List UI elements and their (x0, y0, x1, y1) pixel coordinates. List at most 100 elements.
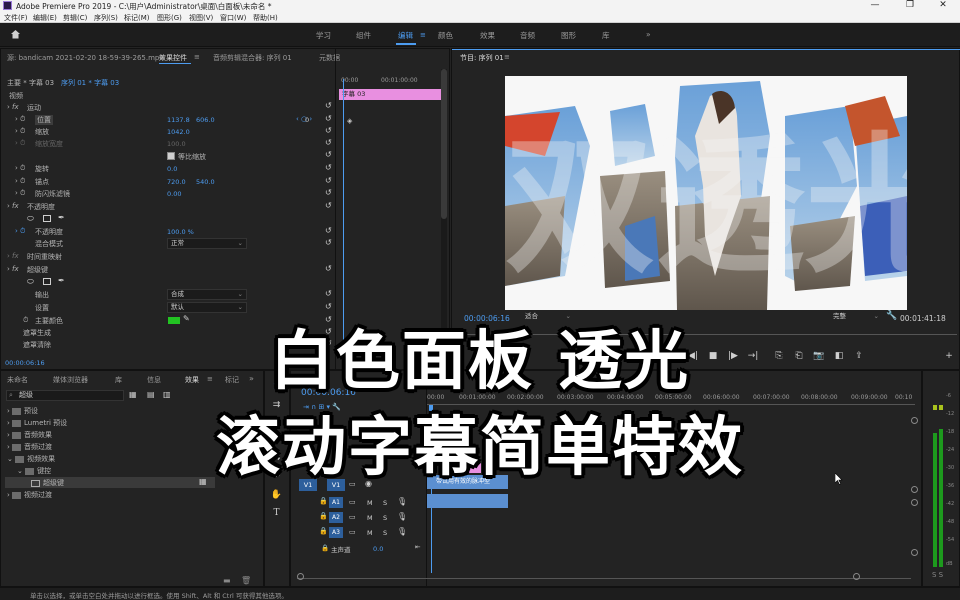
master-clip-label[interactable]: 主要 * 字幕 03 (7, 78, 54, 88)
uniform-scale-checkbox[interactable] (167, 152, 175, 160)
flicker-value[interactable]: 0.00 (167, 190, 181, 198)
flicker-label[interactable]: 防闪烁滤镜 (35, 189, 70, 199)
keyframe-diamond-icon[interactable]: ◈ (347, 117, 352, 125)
menu-edit[interactable]: 编辑(E) (33, 13, 57, 23)
menu-sequence[interactable]: 序列(S) (94, 13, 118, 23)
new-bin-icon[interactable]: ▬ (223, 576, 231, 585)
sequence-clip-label[interactable]: 序列 01 * 字幕 03 (61, 78, 119, 88)
mask-rect-icon[interactable] (43, 215, 51, 222)
position-y-value[interactable]: 606.0 (196, 116, 215, 124)
mask-pen-icon[interactable]: ✒ (58, 213, 65, 222)
tab-audio-mixer[interactable]: 音频剪辑混合器: 序列 01 (213, 53, 292, 63)
rotation-value[interactable]: 0.0 (167, 165, 177, 173)
microphone-icon[interactable]: 🎙 (397, 527, 407, 536)
home-icon[interactable] (10, 29, 21, 39)
ultra-key-label[interactable]: 超级键 (27, 265, 48, 275)
key-mask-pen-icon[interactable]: ✒ (58, 276, 65, 285)
mute-button[interactable]: M (367, 499, 373, 507)
workspace-editing[interactable]: 编辑 (398, 30, 413, 41)
maximize-button[interactable]: ❐ (895, 0, 925, 10)
type-tool-icon[interactable]: T (270, 507, 283, 520)
output-dropdown[interactable]: 合成 ⌄ (167, 289, 247, 300)
opacity-label[interactable]: 不透明度 (35, 227, 63, 237)
scale-value[interactable]: 1042.0 (167, 128, 190, 136)
key-mask-ellipse-icon[interactable]: ⬭ (27, 277, 34, 287)
workspace-assembly[interactable]: 组件 (356, 30, 371, 41)
reset-icon[interactable]: ↺ (325, 201, 332, 210)
close-button[interactable]: ✕ (928, 0, 958, 10)
anchor-stopwatch-icon[interactable]: › ⏱ (15, 177, 26, 186)
solo-meter-buttons[interactable]: S S (932, 571, 943, 579)
workspace-more-button[interactable]: » (646, 30, 651, 39)
tree-video-transitions[interactable]: › 视频过渡 (7, 490, 52, 500)
master-goto-icon[interactable]: ⇤ (415, 543, 420, 551)
tab-effect-controls[interactable]: 效果控件 (159, 53, 187, 63)
reset-icon[interactable]: ↺ (325, 226, 332, 235)
reset-icon[interactable]: ↺ (325, 138, 332, 147)
track-sync-icon[interactable]: ▭ (349, 528, 356, 536)
track-target-a3[interactable]: A3 (329, 527, 343, 538)
scale-label[interactable]: 缩放 (35, 127, 49, 137)
track-sync-icon[interactable]: ▭ (349, 513, 356, 521)
reset-icon[interactable]: ↺ (325, 163, 332, 172)
opacity-stopwatch-icon[interactable]: › ⏱ (15, 227, 26, 236)
track-target-a2[interactable]: A2 (329, 512, 343, 523)
anchor-y-value[interactable]: 540.0 (196, 178, 215, 186)
blend-mode-dropdown[interactable]: 正常 ⌄ (167, 238, 247, 249)
scrollbar-handle-right[interactable] (853, 573, 860, 580)
menu-marker[interactable]: 标记(M) (124, 13, 150, 23)
flicker-stopwatch-icon[interactable]: › ⏱ (15, 189, 26, 198)
reset-icon[interactable]: ↺ (325, 238, 332, 247)
panel-menu-icon[interactable]: ≡ (194, 53, 200, 61)
menu-window[interactable]: 窗口(W) (220, 13, 246, 23)
menu-help[interactable]: 帮助(H) (253, 13, 278, 23)
opacity-value[interactable]: 100.0 % (167, 228, 194, 236)
workspace-learn[interactable]: 学习 (316, 30, 331, 41)
source-tab[interactable]: 源: bandicam 2021-02-20 18-59-39-265.mp4 (7, 53, 164, 63)
mute-button[interactable]: M (367, 514, 373, 522)
tab-program[interactable]: 节目: 序列 01 (460, 53, 504, 63)
master-lock-icon[interactable]: 🔒 (321, 544, 329, 552)
workspace-audio[interactable]: 音频 (520, 30, 535, 41)
reset-icon[interactable]: ↺ (325, 114, 332, 123)
master-track-value[interactable]: 0.0 (373, 545, 383, 553)
menu-file[interactable]: 文件(F) (4, 13, 28, 23)
wrench-icon[interactable]: 🔧 (886, 311, 897, 321)
reset-icon[interactable]: ↺ (325, 101, 332, 110)
delete-icon[interactable]: 🗑 (241, 576, 251, 585)
key-mask-rect-icon[interactable] (43, 278, 51, 285)
zoom-handle[interactable] (911, 549, 918, 556)
menu-clip[interactable]: 剪辑(C) (63, 13, 87, 23)
position-label[interactable]: 位置 (35, 115, 53, 125)
reset-icon[interactable]: ↺ (325, 150, 332, 159)
time-remap-label[interactable]: 时间重映射 (27, 252, 62, 262)
rotation-stopwatch-icon[interactable]: › ⏱ (15, 164, 26, 173)
menu-graphics[interactable]: 图形(G) (157, 13, 182, 23)
reset-icon[interactable]: ↺ (325, 264, 332, 273)
opacity-section-label[interactable]: 不透明度 (27, 202, 55, 212)
tab-metadata[interactable]: 元数据 (319, 53, 340, 63)
motion-label[interactable]: 运动 (27, 103, 41, 113)
position-x-value[interactable]: 1137.8 (167, 116, 190, 124)
scrollbar-handle-left[interactable] (297, 573, 304, 580)
workspace-menu-icon[interactable]: ≡ (420, 31, 426, 39)
timeline-horizontal-scrollbar[interactable] (297, 573, 911, 579)
mute-button[interactable]: M (367, 529, 373, 537)
workspace-color[interactable]: 颜色 (438, 30, 453, 41)
anchor-x-value[interactable]: 720.0 (167, 178, 186, 186)
program-video-frame[interactable]: 双透光 (505, 76, 907, 310)
setting-dropdown[interactable]: 默认 ⌄ (167, 302, 247, 313)
zoom-handle[interactable] (911, 499, 918, 506)
microphone-icon[interactable]: 🎙 (397, 512, 407, 521)
track-target-a1[interactable]: A1 (329, 497, 343, 508)
track-sync-icon[interactable]: ▭ (349, 498, 356, 506)
rotation-label[interactable]: 旋转 (35, 164, 49, 174)
position-stopwatch-icon[interactable]: › ⏱ (15, 115, 26, 124)
minimize-button[interactable]: — (860, 0, 890, 10)
workspace-graphics[interactable]: 图形 (561, 30, 576, 41)
anchor-label[interactable]: 锚点 (35, 177, 49, 187)
solo-button[interactable]: S (383, 514, 387, 522)
a1-clip[interactable] (426, 494, 508, 508)
panel-menu-icon[interactable]: ≡ (504, 53, 510, 61)
menu-view[interactable]: 视图(V) (189, 13, 213, 23)
